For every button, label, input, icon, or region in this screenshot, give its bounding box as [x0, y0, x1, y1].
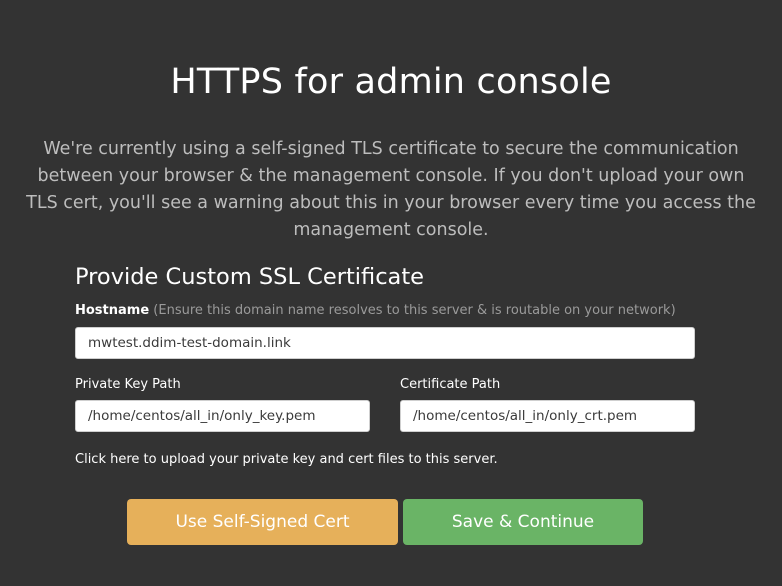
section-title: Provide Custom SSL Certificate: [75, 264, 425, 290]
upload-files-link[interactable]: Click here to upload your private key an…: [75, 451, 498, 469]
certificate-path-input[interactable]: [400, 400, 695, 432]
save-continue-button[interactable]: Save & Continue: [403, 499, 643, 545]
private-key-path-label: Private Key Path: [75, 377, 181, 392]
page-title: HTTPS for admin console: [170, 62, 612, 103]
hostname-input[interactable]: [75, 327, 695, 359]
certificate-path-label: Certificate Path: [400, 377, 501, 392]
hostname-hint: (Ensure this domain name resolves to thi…: [149, 303, 676, 318]
intro-text: We're currently using a self-signed TLS …: [26, 138, 756, 240]
hostname-label-text: Hostname: [75, 303, 150, 318]
use-self-signed-cert-button[interactable]: Use Self-Signed Cert: [127, 499, 398, 545]
hostname-label: Hostname (Ensure this domain name resolv…: [75, 302, 676, 320]
private-key-path-input[interactable]: [75, 400, 370, 432]
